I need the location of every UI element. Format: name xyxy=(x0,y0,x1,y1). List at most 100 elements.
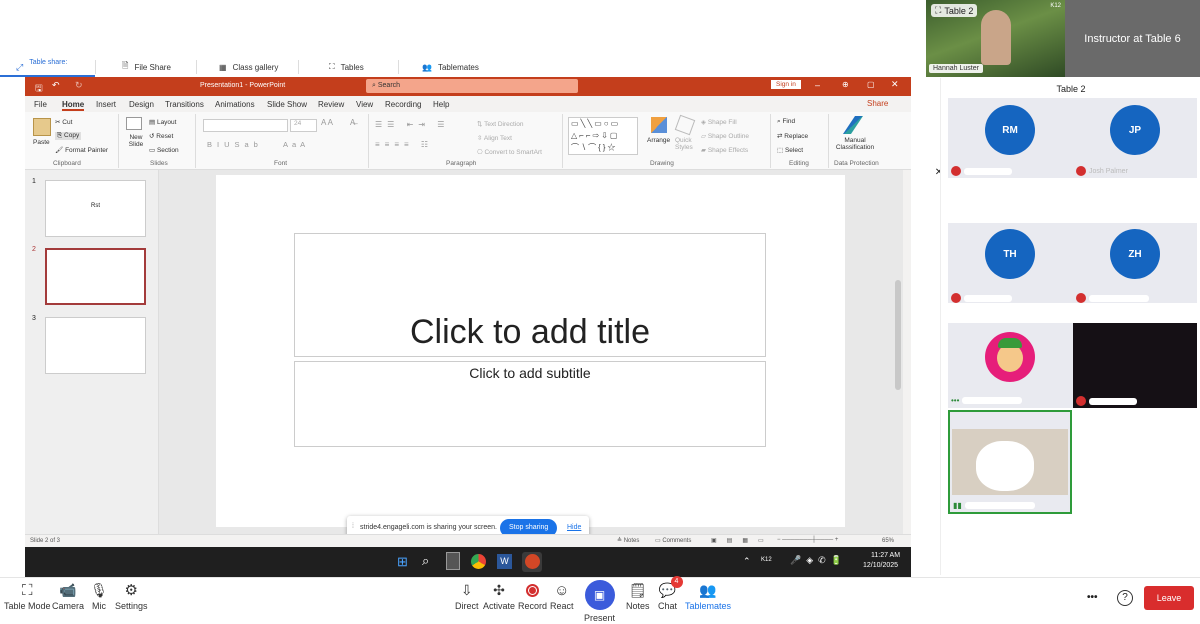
notes-button[interactable]: 🗒 Notes xyxy=(626,582,650,612)
maximize-icon[interactable]: ▢ xyxy=(867,80,875,89)
new-slide-label[interactable]: New Slide xyxy=(125,134,147,148)
font-grow-shrink-icon[interactable]: A A xyxy=(321,118,333,127)
layout-button[interactable]: ▤ Layout xyxy=(149,118,176,126)
paste-label[interactable]: Paste xyxy=(33,139,50,146)
participant-tile[interactable]: TH xyxy=(948,223,1073,303)
help-button[interactable]: ? xyxy=(1117,590,1133,606)
manual-classification-label[interactable]: Manual Classification xyxy=(833,137,877,151)
undo-icon[interactable]: ↶ xyxy=(52,80,60,91)
ribbon-tab[interactable]: Help xyxy=(433,100,449,109)
shape-effects-button[interactable]: ▰ Shape Effects xyxy=(701,146,748,154)
quick-styles-label[interactable]: Quick Styles xyxy=(675,137,697,151)
align-text-button[interactable]: ⇳ Align Text xyxy=(477,134,512,142)
slide-thumbnail[interactable]: Rst xyxy=(45,180,146,237)
ribbon-tab[interactable]: View xyxy=(356,100,373,109)
convert-smartart-button[interactable]: ⎔ Convert to SmartArt xyxy=(477,148,542,156)
share-button[interactable]: Share xyxy=(867,99,888,108)
search-box[interactable]: ⌕ Search xyxy=(366,79,578,93)
participant-video-tile[interactable] xyxy=(1073,323,1197,408)
active-speaker-tile[interactable]: ▮▮ xyxy=(948,410,1072,514)
powerpoint-icon[interactable] xyxy=(525,554,540,569)
mic-button[interactable]: 🎙 Mic xyxy=(90,582,108,612)
windows-start-icon[interactable]: ⊞ xyxy=(397,554,408,570)
subtitle-placeholder[interactable]: Click to add subtitle xyxy=(294,361,766,447)
arrange-icon[interactable] xyxy=(651,117,667,133)
react-button[interactable]: ☺ React xyxy=(550,582,574,612)
participant-tile[interactable]: ••• xyxy=(948,323,1073,408)
tab-tables[interactable]: ⛶ Tables xyxy=(329,57,364,77)
tab-tablemates[interactable]: 👥 Tablemates xyxy=(422,57,479,77)
comments-button[interactable]: ▭ Comments xyxy=(655,537,691,544)
search-icon[interactable]: ⌕ xyxy=(422,553,429,569)
tab-file-share[interactable]: 🗎 File Share xyxy=(122,57,171,77)
tray-icons[interactable]: 🎤◈✆🔋 xyxy=(790,555,847,566)
participant-tile[interactable]: JP Josh Palmer xyxy=(1073,98,1197,178)
slide-thumbnail[interactable] xyxy=(45,317,146,374)
slide-thumbnail-selected[interactable] xyxy=(45,248,146,305)
ribbon-tab[interactable]: Design xyxy=(129,100,154,109)
copy-button[interactable]: ⎘ Copy xyxy=(55,132,82,140)
minimize-icon[interactable]: – xyxy=(815,80,820,90)
terminal-app-icon[interactable] xyxy=(446,552,460,570)
text-direction-button[interactable]: ⇅ Text Direction xyxy=(477,120,524,128)
align-buttons[interactable]: ≡≡≡≡ ☷ xyxy=(375,140,433,149)
font-size-dropdown[interactable]: 24 xyxy=(290,119,317,132)
font-style-buttons[interactable]: BIUSab xyxy=(207,140,263,149)
ribbon-tab[interactable]: Home xyxy=(62,100,85,111)
font-color-buttons[interactable]: AaA xyxy=(283,140,309,149)
drag-handle-icon[interactable]: ⁞ xyxy=(352,523,354,530)
close-icon[interactable]: ✕ xyxy=(891,79,899,90)
ribbon-tab[interactable]: Animations xyxy=(215,100,255,109)
ribbon-tab[interactable]: Insert xyxy=(96,100,116,109)
find-button[interactable]: ⌕ Find xyxy=(777,118,795,126)
ribbon-icon[interactable]: ⊕ xyxy=(842,80,849,89)
more-options-button[interactable]: ••• xyxy=(1087,592,1098,603)
camera-button[interactable]: 📹 Camera xyxy=(52,582,84,612)
font-name-dropdown[interactable] xyxy=(203,119,288,132)
table-mode-button[interactable]: ⛶ Table Mode xyxy=(4,582,51,612)
save-icon[interactable]: 🖫 xyxy=(35,81,43,97)
format-painter-button[interactable]: 🖌 Format Painter xyxy=(55,146,108,154)
section-button[interactable]: ▭ Section xyxy=(149,146,179,154)
replace-button[interactable]: ⇄ Replace xyxy=(777,132,808,140)
sign-in-button[interactable]: Sign in xyxy=(771,80,801,89)
shape-outline-button[interactable]: ▱ Shape Outline xyxy=(701,132,749,140)
reset-button[interactable]: ↺ Reset xyxy=(149,132,173,140)
chat-button[interactable]: 💬 4 Chat xyxy=(658,576,683,611)
select-button[interactable]: ⬚ Select xyxy=(777,146,803,154)
view-buttons[interactable]: ▣▤▦▭ xyxy=(711,537,774,544)
participant-tile[interactable]: ZH xyxy=(1073,223,1197,303)
ribbon-tab[interactable]: Recording xyxy=(385,100,421,109)
leave-button[interactable]: Leave xyxy=(1144,586,1194,610)
ribbon-tab[interactable]: Review xyxy=(318,100,344,109)
record-button[interactable]: Record xyxy=(518,582,547,611)
hide-banner-link[interactable]: Hide xyxy=(567,524,581,531)
tray-chevron-icon[interactable]: ⌃ xyxy=(743,556,751,567)
word-icon[interactable]: W xyxy=(497,554,512,569)
ribbon-tab[interactable]: Slide Show xyxy=(267,100,307,109)
self-video-tile[interactable]: ⛶ Table 2 K12 Hannah Luster xyxy=(926,0,1065,77)
list-buttons[interactable]: ☰☰ ⇤⇥ ☰ xyxy=(375,120,449,129)
cut-button[interactable]: ✂ Cut xyxy=(55,118,72,126)
participant-tile[interactable]: RM xyxy=(948,98,1073,178)
paste-icon[interactable] xyxy=(33,118,51,136)
instructor-tile[interactable]: Instructor at Table 6 xyxy=(1065,0,1200,77)
quick-styles-icon[interactable] xyxy=(674,114,696,136)
title-placeholder[interactable]: Click to add title xyxy=(294,233,766,357)
new-slide-icon[interactable] xyxy=(126,117,142,130)
vertical-scrollbar[interactable] xyxy=(895,280,901,390)
settings-button[interactable]: ⚙ Settings xyxy=(115,582,148,611)
shapes-gallery[interactable]: ▭╲╲▭○▭ △⌐⌐⇨⇩▢ ⌒∖⌒{}☆ xyxy=(568,117,638,155)
arrange-label[interactable]: Arrange xyxy=(647,137,670,144)
activate-button[interactable]: ✣ Activate xyxy=(483,582,515,612)
shape-fill-button[interactable]: ◈ Shape Fill xyxy=(701,118,737,126)
notes-button[interactable]: ≜ Notes xyxy=(617,537,639,544)
zoom-slider[interactable]: − ───────┼──── + xyxy=(777,537,838,543)
present-button[interactable]: ▣ Present xyxy=(584,580,615,623)
classification-icon[interactable] xyxy=(843,116,863,134)
tablemates-button[interactable]: 👥 Tablemates xyxy=(685,582,731,612)
redo-icon[interactable]: ↻ xyxy=(75,80,83,91)
chrome-icon[interactable] xyxy=(471,554,486,569)
tab-class-gallery[interactable]: ▦ Class gallery xyxy=(219,57,278,77)
ribbon-tab[interactable]: File xyxy=(34,100,47,109)
